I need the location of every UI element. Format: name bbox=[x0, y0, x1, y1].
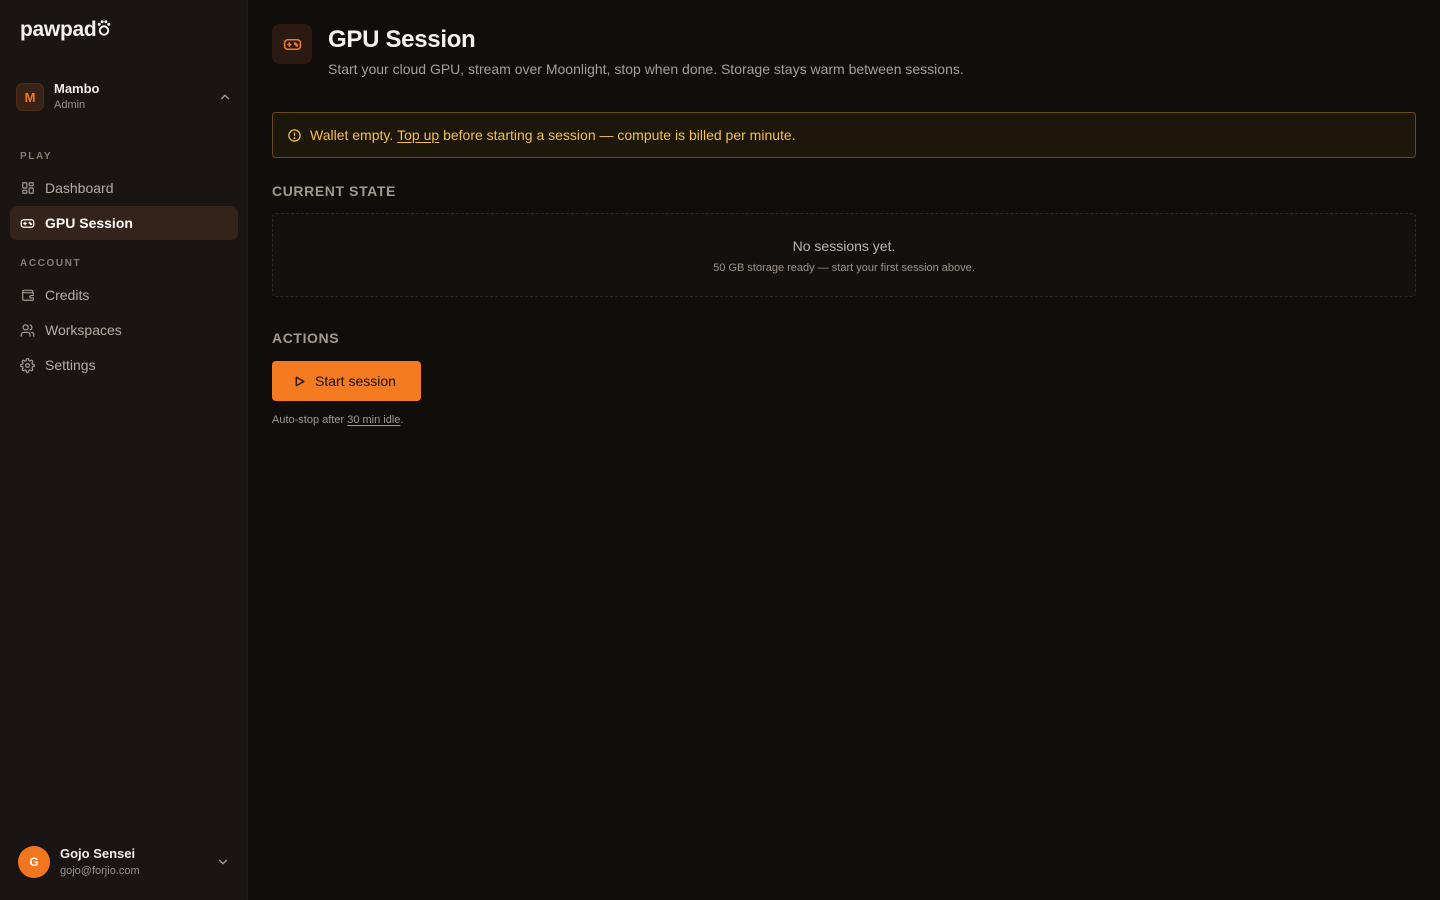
wallet-icon bbox=[20, 288, 35, 303]
workspace-switcher[interactable]: M Mambo Admin bbox=[16, 81, 234, 112]
sidebar-item-workspaces[interactable]: Workspaces bbox=[10, 313, 238, 347]
workspace-role: Admin bbox=[54, 99, 86, 111]
chevron-down-icon bbox=[218, 859, 228, 865]
top-up-link[interactable]: Top up bbox=[397, 127, 439, 143]
alert-circle-icon bbox=[287, 128, 302, 143]
alert-prefix: Wallet empty. bbox=[310, 127, 394, 143]
gamepad-icon bbox=[20, 216, 35, 231]
sidebar: pawpad M Mambo Admin PLAY Dashboard GPU … bbox=[0, 0, 248, 900]
empty-title: No sessions yet. bbox=[792, 238, 896, 254]
brand-name: pawpad bbox=[20, 18, 97, 41]
gamepad-icon bbox=[283, 38, 301, 50]
play-icon bbox=[293, 375, 306, 388]
page-icon bbox=[272, 24, 312, 64]
sidebar-item-label: Dashboard bbox=[45, 180, 114, 196]
idle-timeout-link[interactable]: 30 min idle bbox=[347, 414, 400, 426]
sidebar-item-dashboard[interactable]: Dashboard bbox=[10, 171, 238, 205]
nav-section-play: PLAY bbox=[20, 151, 53, 162]
brand-logo[interactable]: pawpad bbox=[20, 18, 111, 42]
workspace-name: Mambo bbox=[54, 81, 100, 96]
avatar: G bbox=[18, 846, 50, 878]
user-name: Gojo Sensei bbox=[60, 846, 136, 861]
auto-stop-note: Auto-stop after 30 min idle. bbox=[272, 414, 403, 426]
auto-stop-suffix: . bbox=[400, 414, 404, 426]
dashboard-icon bbox=[20, 181, 35, 196]
sidebar-item-label: Workspaces bbox=[45, 322, 122, 338]
paw-icon bbox=[98, 20, 111, 36]
sidebar-item-label: Credits bbox=[45, 287, 90, 303]
sessions-empty-state: No sessions yet. 50 GB storage ready — s… bbox=[272, 213, 1416, 297]
current-state-heading: CURRENT STATE bbox=[272, 183, 396, 199]
nav-section-account: ACCOUNT bbox=[20, 258, 82, 269]
empty-subtitle: 50 GB storage ready — start your first s… bbox=[713, 262, 975, 274]
actions-heading: ACTIONS bbox=[272, 330, 340, 346]
alert-suffix: before starting a session — compute is b… bbox=[443, 127, 796, 143]
workspace-avatar: M bbox=[16, 83, 44, 111]
start-session-button[interactable]: Start session bbox=[272, 361, 421, 401]
user-email: gojo@forjio.com bbox=[60, 865, 140, 877]
wallet-empty-alert: Wallet empty. Top up before starting a s… bbox=[272, 112, 1416, 158]
sidebar-item-label: GPU Session bbox=[45, 215, 133, 231]
auto-stop-prefix: Auto-stop after bbox=[272, 414, 345, 426]
user-menu[interactable]: G Gojo Sensei gojo@forjio.com bbox=[18, 845, 236, 879]
gear-icon bbox=[20, 357, 35, 373]
page-title: GPU Session bbox=[328, 26, 476, 53]
sidebar-item-settings[interactable]: Settings bbox=[10, 348, 238, 382]
start-session-label: Start session bbox=[315, 373, 396, 389]
sidebar-item-label: Settings bbox=[45, 357, 96, 373]
users-icon bbox=[20, 323, 35, 338]
sidebar-item-credits[interactable]: Credits bbox=[10, 278, 238, 312]
page-subtitle: Start your cloud GPU, stream over Moonli… bbox=[328, 61, 964, 77]
sidebar-item-gpu-session[interactable]: GPU Session bbox=[10, 206, 238, 240]
chevron-up-icon bbox=[220, 94, 230, 100]
